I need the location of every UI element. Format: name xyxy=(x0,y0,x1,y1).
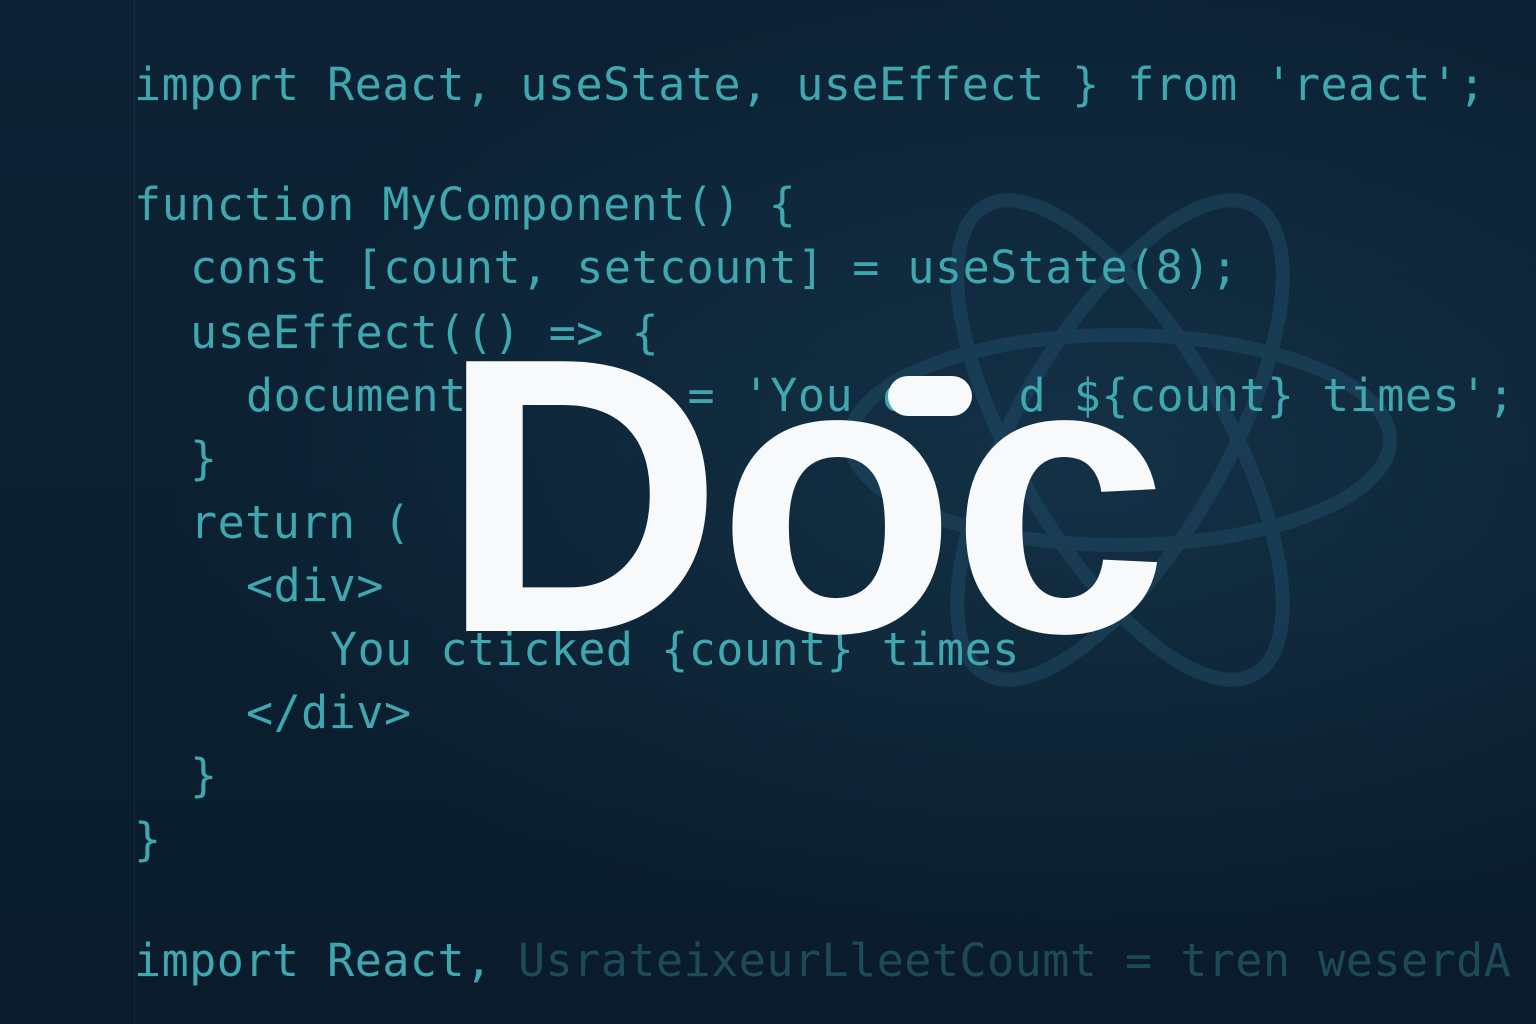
code-line-div-open: <div> xyxy=(246,559,384,612)
code-line-return: return ( xyxy=(190,496,411,549)
code-line-div-close: </div> xyxy=(246,686,412,739)
doc-title: Doc xyxy=(440,277,1169,715)
code-backdrop: import React, useState, useEffect } from… xyxy=(0,0,1536,1024)
code-line-blurred-text: UsrateixeurLleetCoumt = tren weserdA xyxy=(518,934,1512,987)
code-line-effect-close: } xyxy=(190,432,218,485)
code-line-import: import React, useState, useEffect } from… xyxy=(134,58,1487,111)
code-line-function-close: } xyxy=(134,813,162,866)
code-line-function: function MyComponent() { xyxy=(134,178,797,231)
code-line-import-repeat: import React, xyxy=(134,934,493,987)
title-dot-accent xyxy=(888,376,972,416)
code-line-return-close: } xyxy=(190,749,218,802)
